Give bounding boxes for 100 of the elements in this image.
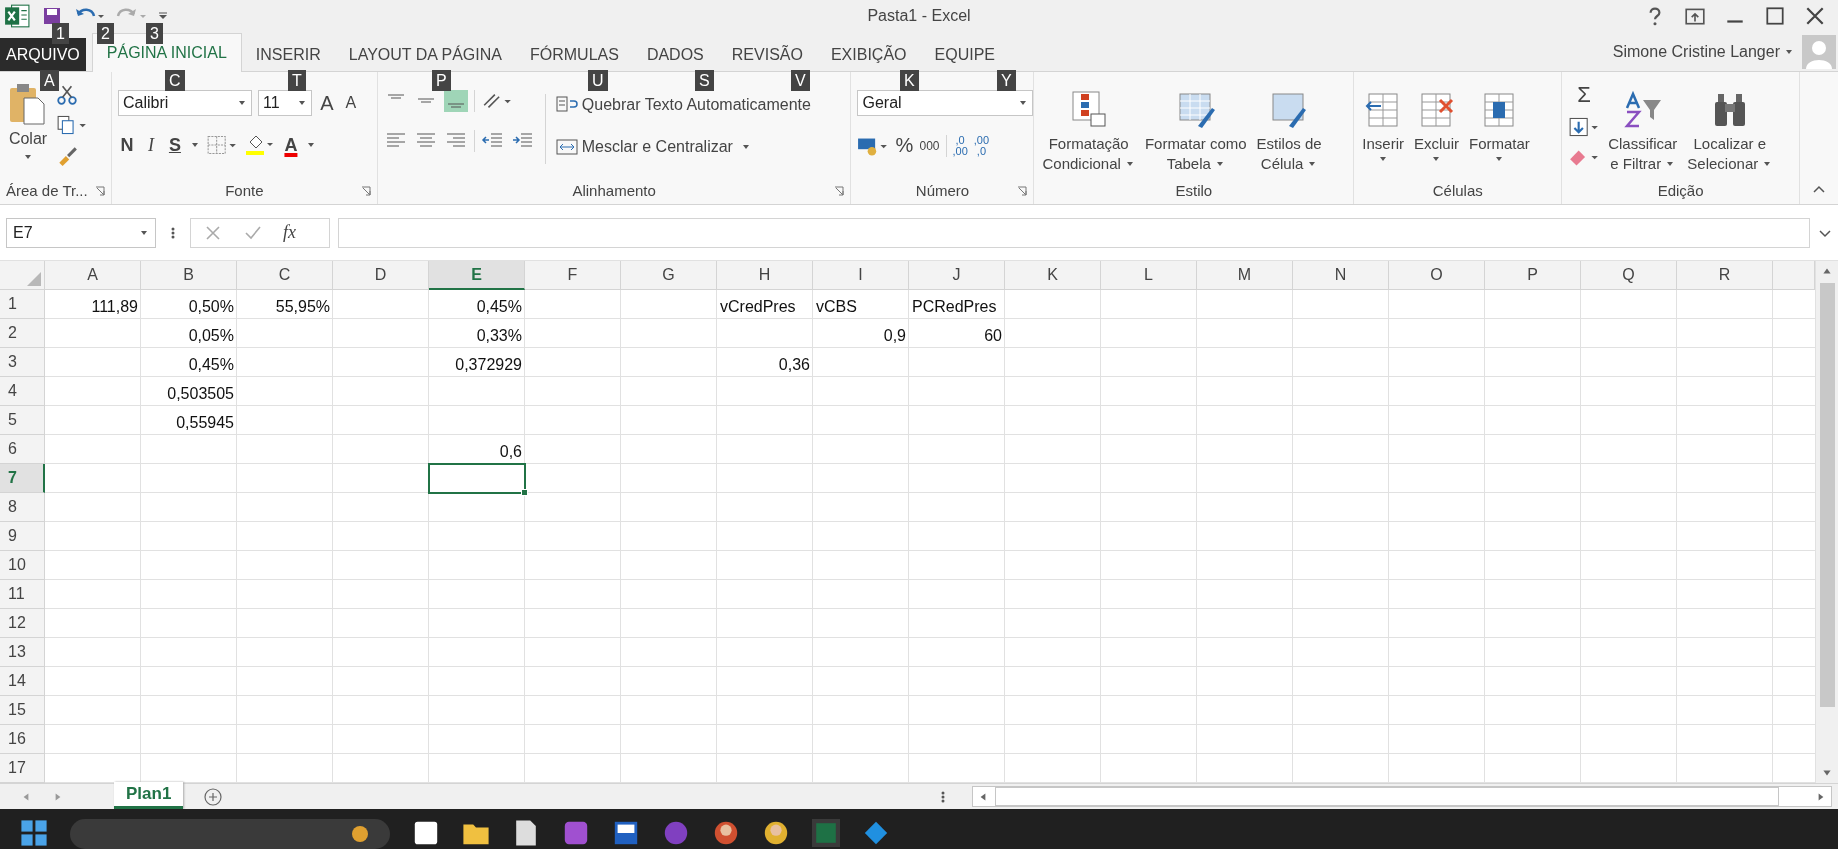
- italic-button[interactable]: I: [141, 134, 160, 156]
- column-header[interactable]: Q: [1581, 261, 1677, 291]
- column-header[interactable]: K: [1005, 261, 1101, 291]
- find-select-button[interactable]: Localizar e Selecionar: [1685, 90, 1775, 175]
- row-header[interactable]: 2: [0, 319, 45, 349]
- column-header[interactable]: O: [1389, 261, 1485, 291]
- app-icon[interactable]: [612, 819, 640, 847]
- maximize-icon[interactable]: [1764, 5, 1786, 28]
- font-size-field[interactable]: 11: [257, 90, 312, 117]
- font-color-button[interactable]: A: [281, 134, 300, 156]
- grow-font-button[interactable]: A: [317, 91, 336, 115]
- column-header[interactable]: L: [1101, 261, 1197, 291]
- formula-input[interactable]: [338, 217, 1810, 248]
- style-button[interactable]: Formatação Condicional: [1040, 90, 1137, 175]
- horizontal-scrollbar[interactable]: [972, 786, 1832, 808]
- merge-center-button[interactable]: Mesclar e Centralizar: [555, 132, 811, 163]
- save-icon[interactable]: [42, 6, 62, 27]
- style-button[interactable]: Estilos de Célula: [1254, 90, 1324, 175]
- row-header[interactable]: 12: [0, 609, 45, 639]
- vertical-align-icon[interactable]: [443, 90, 468, 113]
- row-header[interactable]: 7: [0, 464, 45, 494]
- column-header[interactable]: D: [333, 261, 429, 291]
- ribbon-tab[interactable]: LAYOUT DA PÁGINA: [334, 38, 516, 72]
- row-header[interactable]: 3: [0, 348, 45, 378]
- user-icon[interactable]: [762, 819, 790, 847]
- bold-button[interactable]: N: [117, 134, 136, 156]
- style-button[interactable]: Formatar como Tabela: [1142, 90, 1249, 175]
- column-header[interactable]: B: [141, 261, 237, 291]
- autosum-button[interactable]: Σ: [1568, 82, 1601, 109]
- column-header[interactable]: M: [1197, 261, 1293, 291]
- column-header[interactable]: N: [1293, 261, 1389, 291]
- column-header[interactable]: A: [45, 261, 141, 291]
- number-format-field[interactable]: Geral: [857, 90, 1034, 117]
- customize-dropdown-icon[interactable]: [158, 11, 168, 22]
- row-header[interactable]: 13: [0, 638, 45, 668]
- scissors-icon[interactable]: [56, 84, 78, 107]
- column-header[interactable]: R: [1677, 261, 1773, 291]
- row-header[interactable]: 10: [0, 551, 45, 581]
- increase-decimal-button[interactable]: ,0 ,00: [952, 134, 968, 157]
- cells-button[interactable]: Formatar: [1467, 90, 1532, 165]
- vertical-scrollbar[interactable]: [1815, 261, 1838, 784]
- row-header[interactable]: 16: [0, 725, 45, 755]
- paintbrush-icon[interactable]: [56, 144, 78, 167]
- font-name-field[interactable]: Calibri: [117, 90, 252, 117]
- scroll-thumb[interactable]: [995, 787, 1779, 807]
- column-header[interactable]: I: [813, 261, 909, 291]
- name-box[interactable]: E7: [6, 217, 156, 248]
- column-header[interactable]: G: [621, 261, 717, 291]
- sheet-tab[interactable]: Plan1: [114, 781, 184, 809]
- collapse-ribbon-icon[interactable]: [1812, 183, 1826, 194]
- ribbon-tab[interactable]: EXIBIÇÃO: [816, 38, 921, 72]
- active-cell[interactable]: [429, 464, 525, 494]
- thousands-button[interactable]: 000: [919, 138, 940, 153]
- row-header[interactable]: 14: [0, 667, 45, 697]
- column-header[interactable]: E: [429, 261, 525, 291]
- fill-handle[interactable]: [521, 489, 528, 497]
- insert-function-button[interactable]: fx: [283, 222, 296, 244]
- user-icon[interactable]: [712, 819, 740, 847]
- row-header[interactable]: 8: [0, 493, 45, 523]
- taskbar-search-field[interactable]: [70, 819, 390, 849]
- row-header[interactable]: 17: [0, 754, 45, 784]
- column-header[interactable]: C: [237, 261, 333, 291]
- ribbon-tab[interactable]: FÓRMULAS: [516, 38, 633, 72]
- ribbon-tab[interactable]: EQUIPE: [920, 38, 1009, 72]
- column-header[interactable]: H: [717, 261, 813, 291]
- percent-button[interactable]: %: [895, 134, 914, 158]
- column-header[interactable]: P: [1485, 261, 1581, 291]
- start-icon[interactable]: [20, 819, 48, 847]
- decrease-decimal-button[interactable]: ,00 ,0: [973, 134, 990, 157]
- row-header[interactable]: 5: [0, 406, 45, 436]
- sort-filter-button[interactable]: Classificar e Filtrar: [1606, 90, 1680, 175]
- dialog-launcher-icon[interactable]: [1017, 185, 1028, 196]
- scroll-thumb[interactable]: [1819, 283, 1835, 708]
- row-header[interactable]: 11: [0, 580, 45, 610]
- column-header[interactable]: J: [909, 261, 1005, 291]
- row-header[interactable]: 6: [0, 435, 45, 465]
- ribbon-tab[interactable]: REVISÃO: [717, 38, 817, 72]
- dialog-launcher-icon[interactable]: [834, 185, 845, 196]
- ribbon-tab[interactable]: INSERIR: [241, 38, 335, 72]
- wrap-text-button[interactable]: Quebrar Texto Automaticamente: [555, 90, 811, 121]
- shrink-font-button[interactable]: A: [341, 94, 360, 113]
- row-header[interactable]: 15: [0, 696, 45, 726]
- underline-button[interactable]: S: [165, 134, 184, 156]
- row-header[interactable]: 1: [0, 290, 45, 320]
- user-name[interactable]: Simone Cristine Langer: [1612, 42, 1780, 61]
- borders-icon[interactable]: [205, 134, 238, 157]
- add-sheet-icon[interactable]: [203, 786, 224, 807]
- fill-color-icon[interactable]: [243, 134, 276, 157]
- cells-button[interactable]: Excluir: [1411, 90, 1461, 165]
- app-icon[interactable]: [412, 819, 440, 847]
- row-header[interactable]: 4: [0, 377, 45, 407]
- copy-icon[interactable]: [56, 114, 88, 137]
- dialog-launcher-icon[interactable]: [360, 185, 371, 196]
- cells-button[interactable]: Inserir: [1360, 90, 1406, 165]
- file-tab[interactable]: ARQUIVO: [0, 38, 86, 72]
- row-header[interactable]: 9: [0, 522, 45, 552]
- expand-icon[interactable]: [1818, 227, 1832, 238]
- dialog-launcher-icon[interactable]: [94, 185, 105, 196]
- column-header[interactable]: F: [525, 261, 621, 291]
- ribbon-tab[interactable]: DADOS: [632, 38, 718, 72]
